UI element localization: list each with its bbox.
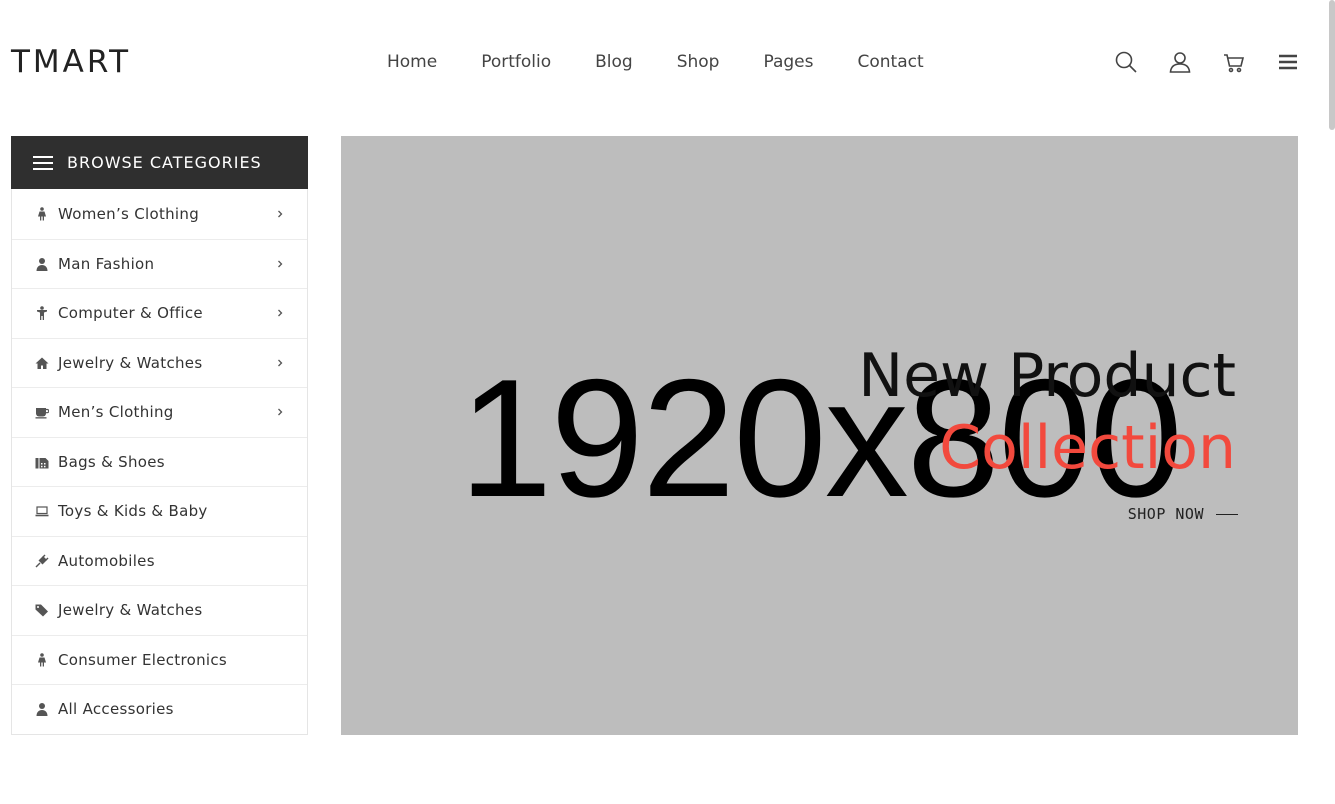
- home-icon: [34, 355, 50, 371]
- category-label: Toys & Kids & Baby: [58, 502, 208, 521]
- category-label: Women’s Clothing: [58, 204, 200, 223]
- category-sidebar: BROWSE CATEGORIES Women’s Clothing Man F…: [11, 136, 308, 735]
- chevron-right-icon: [275, 358, 285, 368]
- hero-banner: 1920x800 New Product Collection SHOP NOW: [341, 136, 1298, 735]
- nav-portfolio[interactable]: Portfolio: [481, 50, 551, 74]
- category-label: Bags & Shoes: [58, 452, 165, 471]
- laptop-icon: [34, 503, 50, 519]
- chevron-right-icon: [275, 259, 285, 269]
- category-label: Computer & Office: [58, 304, 203, 323]
- category-label: Jewelry & Watches: [58, 601, 203, 620]
- category-item[interactable]: Jewelry & Watches: [12, 337, 307, 388]
- shop-now-line: [1216, 513, 1238, 515]
- child-icon: [34, 305, 50, 321]
- category-item[interactable]: Toys & Kids & Baby: [12, 486, 307, 536]
- female-icon: [34, 652, 50, 668]
- category-item[interactable]: Jewelry & Watches: [12, 585, 307, 635]
- category-label: Consumer Electronics: [58, 650, 228, 669]
- browse-categories-title: BROWSE CATEGORIES: [67, 153, 262, 172]
- category-item[interactable]: Women’s Clothing: [12, 189, 307, 239]
- nav-home[interactable]: Home: [387, 50, 437, 74]
- menu-icon: [33, 155, 53, 170]
- page-scrollbar[interactable]: [1329, 0, 1335, 130]
- fax-icon: [34, 454, 50, 470]
- coffee-icon: [34, 404, 50, 420]
- nav-shop[interactable]: Shop: [677, 50, 720, 74]
- site-logo[interactable]: TMART: [11, 44, 131, 80]
- hero-subtitle: Collection: [939, 413, 1236, 483]
- female-icon: [34, 206, 50, 222]
- category-item[interactable]: Consumer Electronics: [12, 634, 307, 685]
- hero-title: New Product: [858, 341, 1236, 411]
- browse-categories-header[interactable]: BROWSE CATEGORIES: [11, 136, 308, 189]
- category-item[interactable]: Automobiles: [12, 535, 307, 586]
- shop-now-label: SHOP NOW: [1127, 505, 1204, 523]
- category-label: Automobiles: [58, 551, 155, 570]
- category-item[interactable]: Computer & Office: [12, 288, 307, 338]
- shop-now-link[interactable]: SHOP NOW: [1128, 505, 1238, 523]
- category-label: Jewelry & Watches: [58, 353, 203, 372]
- nav-pages[interactable]: Pages: [763, 50, 813, 74]
- user-icon: [34, 256, 50, 272]
- menu-icon[interactable]: [1276, 50, 1300, 74]
- chevron-right-icon: [275, 407, 285, 417]
- chevron-right-icon: [275, 308, 285, 318]
- category-item[interactable]: Man Fashion: [12, 238, 307, 289]
- chevron-right-icon: [275, 209, 285, 219]
- plug-icon: [34, 553, 50, 569]
- search-icon[interactable]: [1114, 50, 1138, 74]
- category-list: Women’s Clothing Man Fashion Computer & …: [11, 189, 308, 735]
- category-item[interactable]: Bags & Shoes: [12, 436, 307, 487]
- category-label: Man Fashion: [58, 254, 155, 273]
- nav-blog[interactable]: Blog: [595, 50, 633, 74]
- header-icons: [1114, 50, 1300, 74]
- tags-icon: [34, 602, 50, 618]
- category-item[interactable]: Men’s Clothing: [12, 387, 307, 437]
- nav-contact[interactable]: Contact: [858, 50, 924, 74]
- category-label: All Accessories: [58, 700, 174, 719]
- user-icon[interactable]: [1168, 50, 1192, 74]
- user-icon: [34, 701, 50, 717]
- cart-icon[interactable]: [1222, 50, 1246, 74]
- site-header: TMART Home Portfolio Blog Shop Pages Con…: [0, 0, 1335, 124]
- category-label: Men’s Clothing: [58, 403, 174, 422]
- category-item[interactable]: All Accessories: [12, 684, 307, 734]
- main-nav: Home Portfolio Blog Shop Pages Contact: [387, 50, 968, 74]
